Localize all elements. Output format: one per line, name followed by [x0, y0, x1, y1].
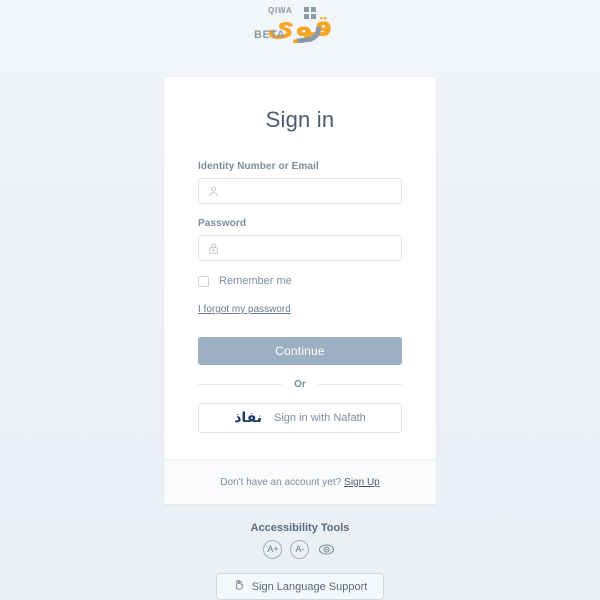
nafath-button-label: Sign in with Nafath [274, 412, 366, 424]
signup-link[interactable]: Sign Up [344, 477, 380, 488]
qiwa-logo: QIWA قوى BETA [252, 4, 348, 44]
sign-language-support-button[interactable]: Sign Language Support [215, 573, 385, 600]
accessibility-tools: Accessibility Tools A+ A- Sign Language … [215, 522, 385, 600]
identity-field-label: Identity Number or Email [198, 161, 319, 172]
logo-beta-label: BETA [254, 29, 286, 41]
signup-prompt: Don't have an account yet? [220, 477, 342, 488]
increase-font-size-button[interactable]: A+ [263, 540, 283, 559]
divider-label: Or [294, 379, 306, 390]
contrast-eye-icon[interactable] [317, 540, 336, 559]
hand-sign-icon [233, 579, 245, 594]
divider-rule-left [198, 384, 283, 385]
password-field-group: Password [198, 218, 402, 261]
remember-me-label: Remember me [219, 275, 292, 287]
identity-field-group: Identity Number or Email [198, 161, 402, 204]
accessibility-tools-buttons: A+ A- [263, 540, 336, 559]
nafath-signin-button[interactable]: نفاذ Sign in with Nafath [198, 403, 402, 433]
identity-input-wrapper[interactable] [198, 178, 402, 204]
signin-card-body: Sign in Identity Number or Email Passwor [164, 77, 436, 459]
lock-icon [207, 242, 220, 255]
remember-me-row[interactable]: Remember me [198, 275, 402, 287]
sign-language-support-label: Sign Language Support [251, 580, 368, 593]
decrease-font-size-button[interactable]: A- [290, 540, 310, 559]
divider-rule-right [317, 384, 403, 385]
continue-button[interactable]: Continue [198, 337, 402, 365]
login-page: QIWA قوى BETA Sign in Identity Number or… [0, 0, 600, 600]
identity-input[interactable] [220, 185, 393, 197]
password-field-label: Password [198, 218, 247, 229]
password-input[interactable] [220, 242, 393, 254]
user-icon [207, 185, 220, 198]
password-input-wrapper[interactable] [198, 235, 402, 261]
nafath-logo-text: نفاذ [234, 410, 263, 426]
forgot-password-link[interactable]: I forgot my password [198, 304, 291, 315]
accessibility-tools-title: Accessibility Tools [250, 522, 350, 534]
remember-me-checkbox[interactable] [198, 275, 209, 287]
or-divider: Or [198, 379, 403, 390]
signin-card: Sign in Identity Number or Email Passwor [164, 77, 436, 504]
signup-footer: Don't have an account yet? Sign Up [164, 459, 436, 504]
page-title: Sign in [265, 107, 335, 132]
